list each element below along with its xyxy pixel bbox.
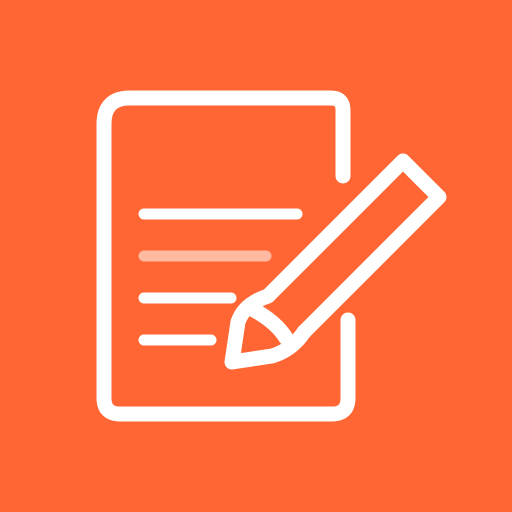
app-icon xyxy=(0,0,512,512)
app-icon-graphic xyxy=(0,0,512,512)
